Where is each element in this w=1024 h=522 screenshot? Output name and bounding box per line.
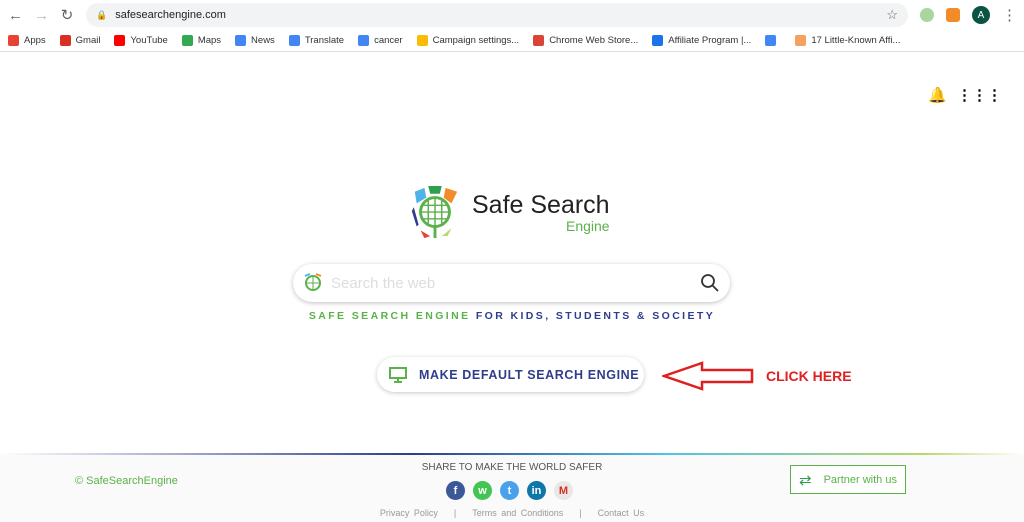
bookmark-item[interactable]	[765, 35, 781, 46]
bookmark-item[interactable]: Maps	[181, 35, 222, 46]
facebook-icon[interactable]: f	[446, 481, 465, 500]
contact-link[interactable]: Contact Us	[598, 508, 645, 518]
make-default-button[interactable]: MAKE DEFAULT SEARCH ENGINE	[377, 357, 644, 392]
extension-shield-icon[interactable]	[920, 8, 934, 22]
bookmark-label: Apps	[24, 35, 46, 46]
partner-label: Partner with us	[823, 473, 897, 486]
bookmark-icon	[795, 35, 807, 46]
tagline-green: SAFE SEARCH ENGINE	[308, 310, 471, 322]
twitter-icon[interactable]: t	[500, 481, 519, 500]
copyright: © SafeSearchEngine	[75, 475, 178, 487]
star-icon[interactable]: ☆	[886, 7, 898, 23]
linkedin-icon[interactable]: in	[527, 481, 546, 500]
monitor-icon	[389, 366, 407, 383]
gmail-icon[interactable]: M	[554, 481, 573, 500]
bookmark-label: 17 Little-Known Affi...	[811, 35, 901, 46]
forward-icon[interactable]: →	[34, 7, 49, 24]
whatsapp-icon[interactable]: w	[473, 481, 492, 500]
bookmark-item[interactable]: YouTube	[114, 35, 168, 46]
globe-logo-icon	[411, 186, 458, 239]
brand-subtitle: Engine	[566, 218, 610, 234]
bookmark-icon	[416, 35, 428, 46]
search-input[interactable]	[331, 274, 692, 292]
bookmark-label: Affiliate Program |...	[668, 35, 752, 46]
handshake-icon: ⇄	[799, 471, 812, 489]
terms-link[interactable]: Terms and Conditions	[472, 508, 563, 518]
footer-links: Privacy Policy | Terms and Conditions | Cont…	[379, 508, 645, 518]
brand-name: Safe Search	[472, 191, 610, 219]
menu-icon[interactable]: ⋮	[1002, 6, 1017, 24]
bookmark-icon	[358, 35, 370, 46]
bookmark-item[interactable]: News	[235, 35, 275, 46]
address-bar[interactable]: 🔒 safesearchengine.com ☆	[86, 3, 908, 27]
bookmark-icon	[235, 35, 247, 46]
tagline: SAFE SEARCH ENGINE FOR KIDS, STUDENTS & …	[0, 310, 1024, 322]
back-icon[interactable]: ←	[8, 7, 23, 24]
tagline-blue: FOR KIDS, STUDENTS & SOCIETY	[475, 310, 716, 322]
bookmark-label: News	[251, 35, 275, 46]
privacy-policy-link[interactable]: Privacy Policy	[380, 508, 438, 518]
bookmark-icon	[765, 35, 777, 46]
social-icons: f w t in M	[446, 481, 573, 500]
click-here-label: CLICK HERE	[766, 368, 852, 384]
bookmark-item[interactable]: Affiliate Program |...	[652, 35, 751, 46]
bookmark-label: Campaign settings...	[432, 35, 520, 46]
search-icon[interactable]	[700, 273, 720, 293]
bookmark-item[interactable]: Chrome Web Store...	[533, 35, 638, 46]
bookmark-item[interactable]: Translate	[288, 35, 345, 46]
bookmark-item[interactable]: Apps	[8, 35, 46, 46]
bookmark-icon	[652, 35, 664, 46]
partner-button[interactable]: ⇄ Partner with us	[790, 465, 906, 494]
bookmark-icon	[114, 35, 126, 46]
bookmark-label: Translate	[304, 35, 345, 46]
bookmarks-bar: Apps Gmail YouTube Maps News Translate cancer C…	[0, 30, 1024, 52]
browser-toolbar: ← → ↻ 🔒 safesearchengine.com ☆ A ⋮	[0, 0, 1024, 30]
url-text: safesearchengine.com	[115, 9, 226, 21]
bookmark-label: YouTube	[130, 35, 168, 46]
make-default-label: MAKE DEFAULT SEARCH ENGINE	[419, 367, 640, 382]
bookmark-item[interactable]: cancer	[358, 35, 403, 46]
reload-icon[interactable]: ↻	[60, 6, 74, 24]
avatar[interactable]: A	[972, 6, 990, 24]
footer-divider	[0, 453, 1024, 455]
bell-icon[interactable]: 🔔	[928, 86, 947, 104]
footer: © SafeSearchEngine SHARE TO MAKE THE WOR…	[0, 453, 1024, 522]
bookmark-item[interactable]: 17 Little-Known Affi...	[795, 35, 900, 46]
search-box[interactable]	[293, 264, 730, 302]
bookmark-item[interactable]: Gmail	[59, 35, 101, 46]
bookmark-label: cancer	[374, 35, 403, 46]
bookmark-icon	[8, 35, 19, 46]
extension-chart-icon[interactable]	[946, 8, 960, 22]
apps-grid-icon[interactable]: ⋮⋮⋮	[957, 86, 1002, 104]
bookmark-label: Gmail	[75, 35, 101, 46]
bookmark-item[interactable]: Campaign settings...	[416, 35, 520, 46]
bookmark-icon	[59, 35, 71, 46]
bookmark-icon	[181, 35, 193, 46]
lock-icon: 🔒	[96, 9, 108, 20]
bookmark-icon	[288, 35, 300, 46]
arrow-left-icon	[662, 361, 754, 391]
bookmark-label: Maps	[197, 35, 222, 46]
bookmark-label: Chrome Web Store...	[549, 35, 639, 46]
globe-small-icon	[304, 273, 322, 291]
logo: Safe Search Engine	[410, 186, 610, 240]
bookmark-icon	[533, 35, 545, 46]
